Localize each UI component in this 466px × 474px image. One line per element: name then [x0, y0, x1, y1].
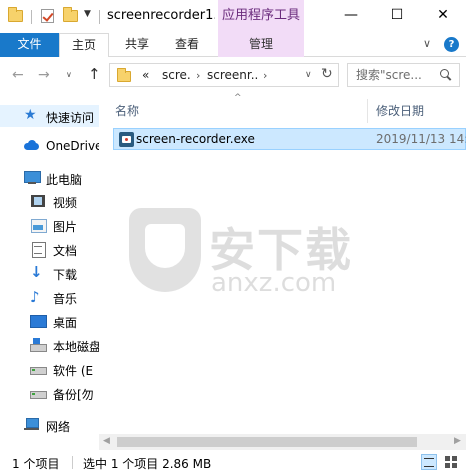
- quick-access-dropdown-icon[interactable]: ▼: [84, 9, 91, 19]
- watermark-logo: 安下载 anxz.com: [129, 208, 399, 318]
- nav-item-label: 软件 (E: [53, 364, 94, 378]
- status-selection: 选中 1 个项目 2.86 MB: [83, 457, 212, 471]
- maximize-button[interactable]: ☐: [374, 0, 420, 32]
- nav-item-label: 下载: [53, 268, 78, 282]
- nav-item-network[interactable]: 网络: [0, 414, 99, 436]
- onedrive-icon: [24, 139, 40, 153]
- nav-item-software-drive[interactable]: 软件 (E: [0, 358, 99, 380]
- this-pc-icon: [24, 171, 41, 185]
- breadcrumb-separator-icon[interactable]: ›: [263, 69, 267, 82]
- nav-item-downloads[interactable]: ↓ 下载: [0, 262, 99, 284]
- close-button[interactable]: ✕: [420, 0, 466, 32]
- network-icon: [24, 418, 40, 432]
- breadcrumb-item[interactable]: scre...: [162, 68, 192, 82]
- application-tools-header: 应用程序工具: [218, 0, 304, 33]
- file-date-modified: 2019/11/13 14:3: [376, 132, 466, 146]
- video-icon: [30, 194, 46, 208]
- nav-item-label: 视频: [53, 196, 78, 210]
- tab-file[interactable]: 文件: [0, 33, 59, 57]
- folder-icon[interactable]: [8, 7, 24, 24]
- nav-item-label: 此电脑: [46, 173, 83, 187]
- new-folder-icon[interactable]: [63, 7, 79, 24]
- table-row[interactable]: screen-recorder.exe 2019/11/13 14:3: [113, 128, 466, 150]
- nav-item-label: 图片: [53, 220, 78, 234]
- title-separator: [99, 10, 100, 24]
- tab-share[interactable]: 共享: [112, 33, 162, 57]
- ribbon-tabs: 文件 主页 共享 查看 管理 ∨ ?: [0, 33, 466, 58]
- nav-item-label: 本地磁盘: [53, 340, 99, 354]
- breadcrumb-overflow[interactable]: «: [142, 68, 149, 82]
- title-bar: ▼ screenrecorder1... 应用程序工具 — ☐ ✕: [0, 0, 466, 33]
- nav-item-label: 快速访问: [46, 111, 95, 125]
- recent-locations-icon[interactable]: ∨: [66, 70, 72, 79]
- navigation-pane: ★ 快速访问 OneDrive 此电脑 视频 图片 文档 ↓ 下载 ♪ 音乐 桌…: [0, 93, 99, 450]
- watermark-subtext: anxz.com: [211, 268, 337, 298]
- column-header-date-modified[interactable]: 修改日期: [376, 102, 424, 119]
- column-header-name[interactable]: 名称: [115, 102, 139, 119]
- nav-item-this-pc[interactable]: 此电脑: [0, 167, 99, 189]
- forward-arrow-icon[interactable]: →: [38, 67, 50, 83]
- tab-manage[interactable]: 管理: [218, 33, 304, 57]
- quick-access-separator: [31, 10, 32, 24]
- nav-item-local-disk[interactable]: 本地磁盘: [0, 334, 99, 356]
- up-arrow-icon[interactable]: ↑: [88, 65, 101, 83]
- address-dropdown-icon[interactable]: ∨: [305, 70, 312, 80]
- minimize-button[interactable]: —: [328, 0, 374, 32]
- music-icon: ♪: [30, 288, 40, 306]
- nav-item-quick-access[interactable]: ★ 快速访问: [0, 105, 99, 127]
- nav-item-label: 网络: [46, 420, 71, 434]
- scroll-left-icon[interactable]: ◀: [103, 436, 110, 446]
- large-icons-view-icon[interactable]: [443, 454, 459, 470]
- nav-item-label: 音乐: [53, 292, 78, 306]
- address-bar[interactable]: « scre... › screenr... › ∨ ↻: [109, 63, 339, 87]
- folder-icon: [117, 68, 133, 82]
- help-icon[interactable]: ?: [444, 37, 459, 52]
- documents-icon: [30, 242, 46, 258]
- address-row: ← → ∨ ↑ « scre... › screenr... › ∨ ↻: [0, 57, 466, 93]
- nav-item-label: OneDrive: [46, 139, 99, 153]
- refresh-icon[interactable]: ↻: [321, 66, 333, 82]
- status-item-count: 1 个项目: [12, 457, 60, 471]
- properties-icon[interactable]: [40, 8, 56, 24]
- download-icon: ↓: [30, 263, 43, 281]
- scroll-right-icon[interactable]: ▶: [454, 436, 461, 446]
- nav-item-desktop[interactable]: 桌面: [0, 310, 99, 332]
- desktop-icon: [30, 314, 47, 328]
- ribbon-expand-icon[interactable]: ∨: [423, 37, 431, 50]
- pictures-icon: [30, 218, 47, 233]
- window-title: screenrecorder1...: [107, 8, 215, 23]
- nav-item-label: 桌面: [53, 316, 78, 330]
- search-box[interactable]: [347, 63, 460, 87]
- column-divider[interactable]: [367, 99, 368, 123]
- drive-icon: [30, 362, 47, 376]
- horizontal-scrollbar[interactable]: ◀ ▶: [99, 434, 466, 450]
- breadcrumb-separator-icon[interactable]: ›: [196, 69, 200, 82]
- breadcrumb-item[interactable]: screenr...: [207, 68, 259, 82]
- tab-view[interactable]: 查看: [162, 33, 212, 57]
- status-bar: 1 个项目 选中 1 个项目 2.86 MB: [0, 450, 466, 474]
- status-separator: [72, 456, 73, 469]
- nav-item-onedrive[interactable]: OneDrive: [0, 135, 99, 157]
- nav-item-label: 备份[勿: [53, 388, 94, 402]
- local-disk-icon: [30, 338, 47, 352]
- file-name: screen-recorder.exe: [136, 132, 255, 146]
- nav-item-documents[interactable]: 文档: [0, 238, 99, 260]
- shield-logo-icon: [129, 208, 201, 292]
- file-list-pane: ^ 名称 修改日期 screen-recorder.exe 2019/11/13…: [99, 93, 466, 450]
- nav-item-label: 文档: [53, 244, 78, 258]
- details-view-icon[interactable]: [421, 454, 437, 470]
- star-icon: ★: [24, 107, 37, 123]
- tab-home[interactable]: 主页: [59, 33, 109, 58]
- scrollbar-thumb[interactable]: [117, 437, 417, 447]
- nav-item-pictures[interactable]: 图片: [0, 214, 99, 236]
- search-input[interactable]: [356, 67, 436, 83]
- back-arrow-icon[interactable]: ←: [12, 67, 24, 83]
- drive-icon: [30, 386, 47, 400]
- nav-item-videos[interactable]: 视频: [0, 190, 99, 212]
- nav-item-music[interactable]: ♪ 音乐: [0, 286, 99, 308]
- column-header-row: 名称 修改日期: [99, 99, 466, 123]
- nav-item-backup-drive[interactable]: 备份[勿: [0, 382, 99, 404]
- exe-app-icon: [119, 132, 134, 147]
- search-icon[interactable]: [440, 69, 452, 81]
